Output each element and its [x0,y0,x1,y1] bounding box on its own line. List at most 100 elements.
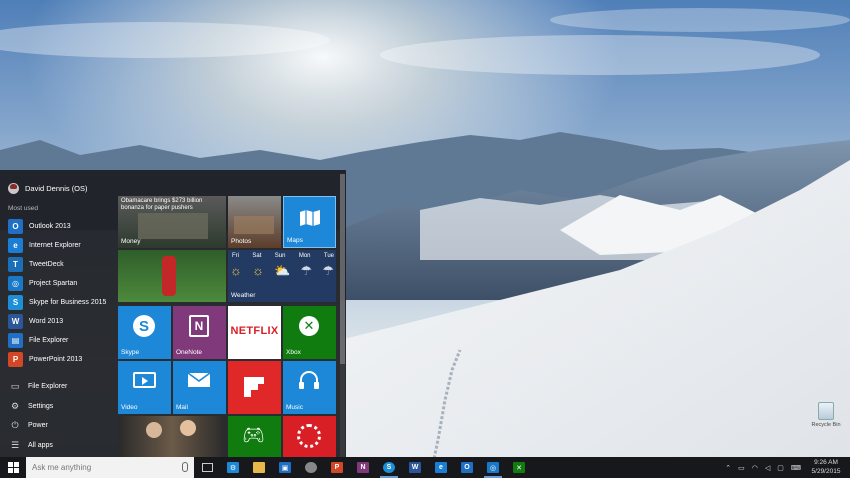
most-used-item-file-explorer[interactable]: ▤ File Explorer [8,331,113,350]
flipboard-icon [244,377,264,397]
clock[interactable]: 9:26 AM 5/29/2015 [808,459,844,476]
tile-label: Photos [231,238,252,245]
volume-icon[interactable]: ◁ [765,464,770,472]
sun-icon: ☼ [252,263,264,278]
user-account[interactable]: David Dennis (OS) [8,180,88,196]
windows-logo-icon [7,462,19,473]
power-icon: ⏻ [11,420,19,431]
most-used-item-internet-explorer[interactable]: e Internet Explorer [8,236,113,255]
gear-icon: ⚙ [10,400,20,411]
taskbar-app-settings[interactable]: ⚙ [220,457,246,478]
tile-video[interactable]: Video [118,361,171,414]
taskbar-app-file-explorer[interactable] [246,457,272,478]
list-item-label: File Explorer [29,337,69,344]
tweetdeck-icon: T [8,257,23,272]
taskbar-app-internet-explorer[interactable]: e [428,457,454,478]
show-hidden-icons[interactable]: ⌃ [725,464,731,472]
person-face [180,420,196,436]
recycle-bin-icon [818,402,834,420]
tile-weather[interactable]: Fri Sat Sun Mon Tue ☼ ☼ ⛅ ☂ ☂ Weather [228,250,336,302]
skype-icon: S [383,462,395,473]
taskbar-app-powerpoint[interactable]: P [324,457,350,478]
avatar [8,182,19,194]
taskbar-app-store[interactable]: ▣ [272,457,298,478]
system-item-file-explorer[interactable]: ▭ File Explorer [10,377,115,397]
taskbar-app-skype[interactable]: S [376,457,402,478]
weather-day: Sun [274,253,286,259]
xbox-icon: ✕ [513,462,525,473]
partly-cloudy-icon: ⛅ [274,263,291,278]
most-used-item-outlook[interactable]: O Outlook 2013 [8,217,113,236]
system-item-all-apps[interactable]: ☰ All apps [10,436,115,456]
tile-music[interactable]: Music [283,361,336,414]
tile-people[interactable] [118,416,226,457]
most-used-item-tweetdeck[interactable]: T TweetDeck [8,255,113,274]
start-menu-scrollbar[interactable] [340,174,345,457]
taskbar-app-outlook[interactable]: O [454,457,480,478]
tile-label: Video [121,404,138,411]
list-item-label: Settings [28,402,54,410]
system-item-settings[interactable]: ⚙ Settings [10,397,115,417]
tile-maps[interactable]: Maps [283,196,336,248]
taskbar-app-people[interactable] [298,457,324,478]
list-item-label: Project Spartan [29,280,78,287]
people-icon [305,462,317,473]
tile-area: Obamacare brings $273 billion bonanza fo… [118,196,338,457]
list-item-label: File Explorer [28,383,68,391]
tile-photos[interactable]: Photos [228,196,281,248]
tile-money[interactable]: Obamacare brings $273 billion bonanza fo… [118,196,226,248]
tile-label: Weather [231,292,256,299]
rain-icon: ☂ [322,263,334,278]
word-icon: W [8,314,23,329]
weather-day: Tue [323,253,334,259]
most-used-item-project-spartan[interactable]: ◎ Project Spartan [8,274,113,293]
weather-day: Fri [232,253,239,259]
netflix-logo: NETFLIX [230,325,279,337]
mail-icon [187,372,211,387]
taskbar-app-xbox[interactable]: ✕ [506,457,532,478]
tile-label: Xbox [286,349,301,356]
taskbar-app-word[interactable]: W [402,457,428,478]
powerpoint-icon: P [331,462,343,473]
recycle-bin-label: Recycle Bin [811,422,841,428]
tile-xbox[interactable]: ✕ Xbox [283,306,336,359]
tile-label: Music [286,404,303,411]
network-icon[interactable]: ▭ [738,464,745,472]
most-used-item-skype-business[interactable]: S Skype for Business 2015 [8,293,113,312]
search-input[interactable]: Ask me anything [26,457,194,478]
tile-app-red[interactable] [283,416,336,457]
wifi-icon[interactable]: ◠ [752,464,758,472]
most-used-item-word[interactable]: W Word 2013 [8,312,113,331]
action-center-icon[interactable]: ▢ [777,464,784,472]
most-used-item-powerpoint[interactable]: P PowerPoint 2013 [8,350,113,369]
tile-flipboard[interactable] [228,361,281,414]
tile-netflix[interactable]: NETFLIX [228,306,281,359]
microphone-icon[interactable] [182,462,188,472]
scrollbar-thumb[interactable] [340,174,345,364]
recycle-bin[interactable]: Recycle Bin [808,402,844,428]
tile-games[interactable]: 🎮︎ [228,416,281,457]
clock-time: 9:26 AM [814,459,838,466]
list-item-label: Skype for Business 2015 [29,299,107,306]
taskbar-app-onenote[interactable]: N [350,457,376,478]
project-spartan-icon: ◎ [487,462,499,473]
skype-business-icon: S [8,295,23,310]
taskbar-app-spartan[interactable]: ◎ [480,457,506,478]
tile-label: Skype [121,349,140,356]
list-item-label: PowerPoint 2013 [29,356,83,363]
tile-skype[interactable]: S Skype [118,306,171,359]
start-button[interactable] [0,457,26,478]
system-item-power[interactable]: ⏻ Power [10,416,115,436]
keyboard-icon[interactable]: ⌨ [791,464,801,472]
sports-player [162,256,176,296]
tile-sports[interactable] [118,250,226,302]
all-apps-icon: ☰ [10,439,20,450]
tile-mail[interactable]: Mail [173,361,226,414]
system-tray: ⌃ ▭ ◠ ◁ ▢ ⌨ 9:26 AM 5/29/2015 [725,457,850,478]
task-view-button[interactable] [194,457,220,478]
tile-onenote[interactable]: N OneNote [173,306,226,359]
video-icon [133,372,156,388]
photos-image [234,216,274,234]
headphones-icon [299,371,319,389]
onenote-icon: N [189,315,209,337]
